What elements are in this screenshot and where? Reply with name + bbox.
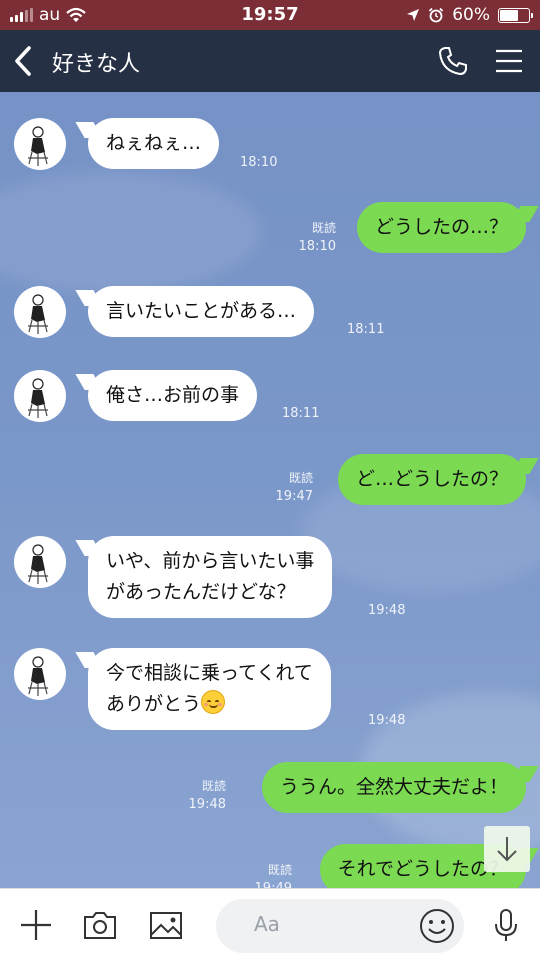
message-list[interactable]: ねぇねぇ… 18:10 既読 18:10 どうしたの…？ 言いたいことがある… …: [0, 92, 540, 888]
message-time: 19:47: [275, 489, 313, 504]
avatar-sketch-icon: [28, 294, 48, 334]
message-time: 18:10: [240, 155, 278, 170]
avatar[interactable]: [14, 370, 66, 422]
alarm-icon: [429, 7, 444, 23]
camera-icon[interactable]: [82, 907, 118, 943]
message-bubble-received[interactable]: 今で相談に乗ってくれて ありがとう: [88, 648, 331, 730]
message-text: どうしたの…？: [374, 216, 508, 238]
message-text: それでどうしたの？: [337, 858, 508, 880]
message-text: ううん。全然大丈夫だよ！: [279, 776, 508, 798]
message-line-with-emoji: ありがとう: [106, 689, 313, 720]
arrow-down-icon: [497, 837, 517, 862]
smiley-icon[interactable]: [418, 907, 456, 945]
battery-icon: [498, 7, 533, 23]
avatar-sketch-icon: [28, 126, 48, 166]
avatar-sketch-icon: [28, 544, 48, 584]
location-arrow-icon: [407, 9, 420, 21]
message-line: ありがとう: [106, 693, 202, 715]
background-cloud: [0, 172, 260, 292]
message-bubble-sent[interactable]: どうしたの…？: [356, 202, 526, 253]
scroll-to-bottom-button[interactable]: [484, 826, 530, 872]
message-time: 19:48: [368, 603, 406, 618]
avatar-sketch-icon: [28, 656, 48, 696]
chat-header: 好きな人: [0, 30, 540, 92]
input-bar: Aa: [0, 888, 540, 960]
phone-icon[interactable]: [436, 44, 470, 78]
avatar[interactable]: [14, 286, 66, 338]
avatar-sketch-icon: [28, 378, 48, 418]
message-text: 言いたいことがある…: [106, 300, 297, 322]
read-receipt: 既読: [311, 221, 336, 235]
message-input-placeholder: Aa: [254, 912, 280, 936]
message-line: 今で相談に乗ってくれて: [106, 662, 313, 684]
message-time: 18:11: [347, 322, 385, 337]
plus-icon[interactable]: [18, 907, 54, 943]
image-icon[interactable]: [148, 907, 184, 943]
read-receipt: 既読: [267, 863, 292, 877]
message-text: 俺さ…お前の事: [106, 384, 240, 406]
message-line: いや、前から言いたい事: [106, 550, 315, 572]
message-time: 18:11: [282, 406, 320, 421]
message-line: があったんだけどな？: [106, 581, 296, 603]
battery-level: [500, 9, 518, 21]
read-receipt: 既読: [288, 471, 313, 485]
message-bubble-received[interactable]: ねぇねぇ…: [88, 118, 220, 169]
battery-percent: 60%: [452, 5, 490, 25]
message-bubble-received[interactable]: 俺さ…お前の事: [88, 370, 258, 421]
message-bubble-sent[interactable]: ううん。全然大丈夫だよ！: [261, 762, 526, 813]
message-time: 19:48: [368, 713, 406, 728]
message-input[interactable]: Aa: [216, 899, 464, 953]
back-chevron-icon[interactable]: [10, 44, 36, 78]
message-time: 19:49: [255, 880, 292, 888]
avatar[interactable]: [14, 648, 66, 700]
message-time: 19:48: [188, 797, 226, 812]
relieved-face-icon: [201, 690, 226, 714]
chat-title: 好きな人: [52, 52, 141, 77]
avatar[interactable]: [14, 118, 66, 170]
message-text: ど…どうしたの？: [355, 468, 508, 490]
avatar[interactable]: [14, 536, 66, 588]
message-bubble-received[interactable]: 言いたいことがある…: [88, 286, 315, 337]
status-right: 60%: [406, 5, 533, 25]
message-time: 18:10: [298, 239, 336, 254]
message-bubble-sent[interactable]: ど…どうしたの？: [337, 454, 526, 505]
microphone-icon[interactable]: [488, 907, 524, 943]
read-receipt: 既読: [201, 779, 226, 793]
status-bar: au 19:57 60%: [0, 0, 540, 30]
message-bubble-received[interactable]: いや、前から言いたい事 があったんだけどな？: [88, 536, 333, 618]
message-text: ねぇねぇ…: [106, 132, 202, 154]
hamburger-menu-icon[interactable]: [494, 48, 524, 74]
